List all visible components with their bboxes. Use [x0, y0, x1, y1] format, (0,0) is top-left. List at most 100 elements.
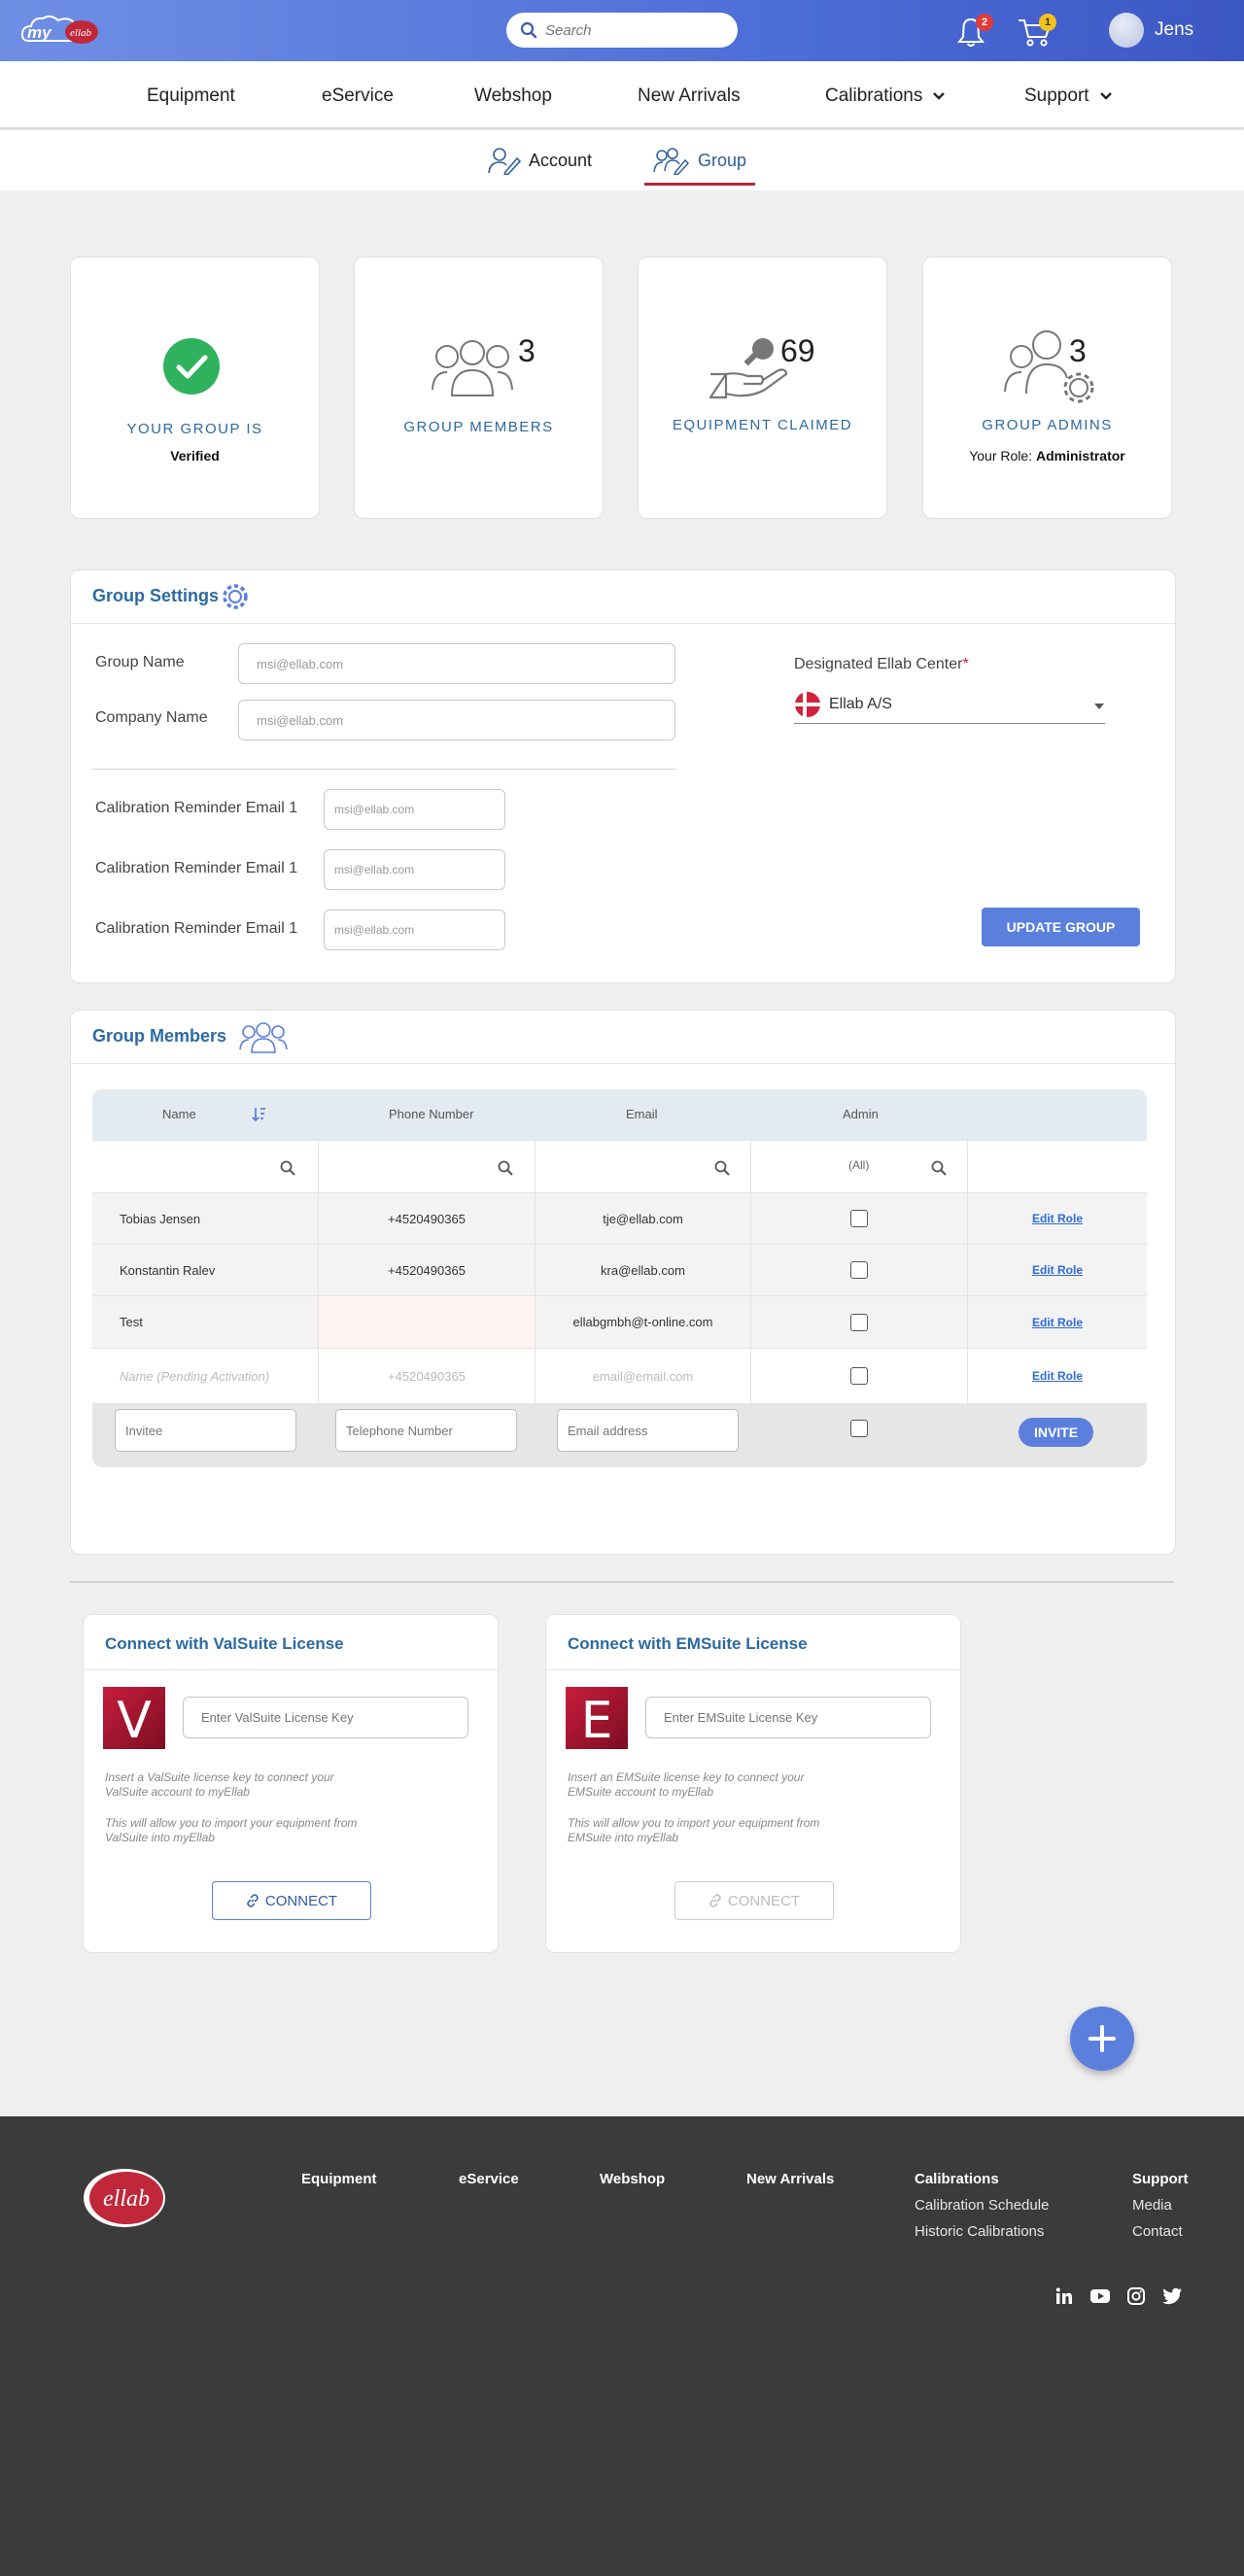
admin-cell	[751, 1193, 968, 1244]
group-icon	[653, 148, 690, 175]
table-row: Test ellabgmbh@t-online.com Edit Role	[92, 1295, 1147, 1348]
invitee-admin-checkbox[interactable]	[850, 1420, 868, 1437]
nav-new-arrivals[interactable]: New Arrivals	[638, 86, 741, 107]
search-icon	[498, 1160, 513, 1176]
name-filter[interactable]	[92, 1141, 319, 1192]
valsuite-title: Connect with ValSuite License	[105, 1634, 344, 1653]
search-box[interactable]	[506, 13, 738, 48]
group-settings-title: Group Settings	[92, 586, 219, 605]
footer: ellab Equipment eService Webshop New Arr…	[0, 2116, 1244, 2576]
footer-link-new-arrivals[interactable]: New Arrivals	[746, 2171, 834, 2187]
update-group-button[interactable]: UPDATE GROUP	[982, 908, 1140, 946]
hand-key-icon	[708, 338, 788, 399]
invitee-name-input[interactable]	[115, 1409, 296, 1452]
cart-count-badge: 1	[1039, 14, 1056, 31]
edit-role-link[interactable]: Edit Role	[1032, 1212, 1083, 1225]
phone-filter[interactable]	[319, 1141, 536, 1192]
footer-link-calibration-schedule[interactable]: Calibration Schedule	[915, 2197, 1049, 2214]
column-email[interactable]: Email	[626, 1107, 658, 1121]
invitee-phone-input[interactable]	[335, 1409, 517, 1452]
column-phone[interactable]: Phone Number	[389, 1107, 473, 1121]
valsuite-connect-button[interactable]: CONNECT	[212, 1881, 371, 1920]
nav-webshop-label: Webshop	[474, 86, 552, 106]
action-cell: Edit Role	[968, 1296, 1147, 1348]
group-members-panel: Group Members Name Phone Number Email Ad…	[70, 1010, 1176, 1555]
admin-filter[interactable]: (All)	[751, 1141, 968, 1192]
footer-link-historic-calibrations[interactable]: Historic Calibrations	[915, 2223, 1044, 2240]
sort-icon[interactable]	[252, 1106, 267, 1123]
designated-center-text: Designated Ellab Center	[794, 656, 963, 672]
search-input[interactable]	[545, 21, 720, 39]
nav-equipment[interactable]: Equipment	[147, 86, 235, 107]
nav-calibrations[interactable]: Calibrations	[825, 86, 946, 107]
invitee-email-input[interactable]	[557, 1409, 739, 1452]
emsuite-connect-button[interactable]: CONNECT	[674, 1881, 834, 1920]
company-name-input[interactable]	[238, 700, 675, 740]
designated-center-label: Designated Ellab Center*	[794, 656, 969, 673]
email-filter[interactable]	[536, 1141, 751, 1192]
footer-link-equipment[interactable]: Equipment	[301, 2171, 377, 2187]
twitter-icon[interactable]	[1161, 2286, 1183, 2306]
admin-checkbox[interactable]	[850, 1367, 868, 1385]
column-admin[interactable]: Admin	[843, 1107, 879, 1121]
tab-group[interactable]: Group	[653, 146, 746, 175]
reminder-email-2-input[interactable]	[324, 849, 505, 890]
stat-card-verified: YOUR GROUP IS Verified	[70, 257, 320, 519]
sub-nav: Account Group	[0, 130, 1244, 190]
myellab-logo[interactable]: my ellab	[19, 12, 103, 51]
emsuite-description: Insert an EMSuite license key to connect…	[568, 1770, 805, 1799]
edit-role-link[interactable]: Edit Role	[1032, 1316, 1083, 1329]
nav-eservice[interactable]: eService	[322, 86, 394, 107]
tab-account[interactable]: Account	[488, 146, 592, 175]
youtube-icon[interactable]	[1089, 2286, 1111, 2306]
group-name-input[interactable]	[238, 643, 675, 684]
member-name: Tobias Jensen	[92, 1193, 319, 1244]
column-name[interactable]: Name	[162, 1107, 196, 1121]
table-row: Konstantin Ralev +4520490365 kra@ellab.c…	[92, 1244, 1147, 1295]
action-cell: Edit Role	[968, 1349, 1147, 1403]
admin-checkbox[interactable]	[850, 1261, 868, 1279]
denmark-flag-icon	[795, 692, 820, 717]
invite-button[interactable]: INVITE	[1019, 1418, 1093, 1447]
valsuite-license-input[interactable]	[183, 1697, 468, 1738]
user-avatar[interactable]	[1109, 13, 1144, 48]
emsuite-import-note: This will allow you to import your equip…	[568, 1816, 820, 1844]
gear-icon[interactable]	[221, 582, 250, 611]
footer-link-contact[interactable]: Contact	[1132, 2223, 1183, 2240]
designated-center-select[interactable]: Ellab A/S	[794, 689, 1105, 724]
required-marker: *	[962, 656, 969, 672]
footer-link-calibrations[interactable]: Calibrations	[915, 2171, 999, 2187]
reminder-email-1-input[interactable]	[324, 789, 505, 830]
chevron-down-icon	[933, 92, 946, 100]
members-table: Name Phone Number Email Admin (All) Tobi…	[92, 1089, 1147, 1467]
footer-link-support[interactable]: Support	[1132, 2171, 1189, 2187]
footer-link-webshop[interactable]: Webshop	[600, 2171, 665, 2187]
emsuite-license-input[interactable]	[645, 1697, 931, 1738]
footer-link-eservice[interactable]: eService	[459, 2171, 519, 2187]
valsuite-logo-letter: V	[117, 1692, 152, 1749]
footer-link-media[interactable]: Media	[1132, 2197, 1172, 2214]
edit-role-link[interactable]: Edit Role	[1032, 1263, 1083, 1277]
members-label: GROUP MEMBERS	[403, 419, 554, 435]
footer-logo-text: ellab	[103, 2186, 150, 2212]
add-fab-button[interactable]	[1070, 2007, 1134, 2071]
user-name[interactable]: Jens	[1155, 19, 1193, 41]
table-row: Name (Pending Activation) +4520490365 em…	[92, 1348, 1147, 1403]
ellab-footer-logo[interactable]: ellab	[82, 2167, 167, 2229]
equipment-label: EQUIPMENT CLAIMED	[672, 417, 853, 433]
nav-webshop[interactable]: Webshop	[474, 86, 552, 107]
nav-eservice-label: eService	[322, 86, 394, 106]
company-name-label: Company Name	[95, 709, 208, 726]
search-icon	[280, 1160, 295, 1176]
reminder-email-3-input[interactable]	[324, 910, 505, 950]
nav-support[interactable]: Support	[1024, 86, 1113, 107]
instagram-icon[interactable]	[1126, 2286, 1146, 2306]
admin-checkbox[interactable]	[850, 1210, 868, 1227]
admin-checkbox[interactable]	[850, 1313, 868, 1331]
designated-center-value: Ellab A/S	[829, 696, 892, 712]
emsuite-connect-label: CONNECT	[727, 1892, 801, 1909]
edit-role-link[interactable]: Edit Role	[1032, 1369, 1083, 1383]
member-email: tje@ellab.com	[536, 1193, 751, 1244]
linkedin-icon[interactable]	[1054, 2286, 1074, 2306]
stat-card-members: 3 GROUP MEMBERS	[354, 257, 604, 519]
